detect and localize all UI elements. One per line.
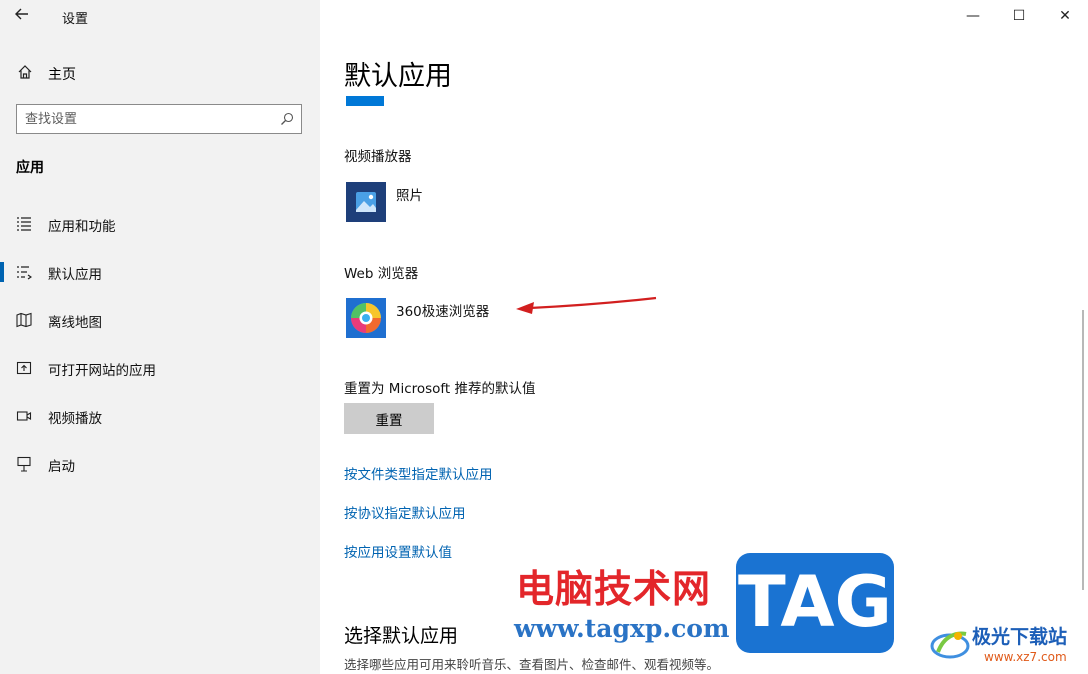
sidebar-item-label: 离线地图 xyxy=(48,315,102,331)
photos-app-icon xyxy=(346,182,386,222)
360-browser-icon xyxy=(346,298,386,338)
default-apps-icon xyxy=(17,266,32,280)
back-button[interactable] xyxy=(14,6,36,26)
apps-features-icon xyxy=(17,217,31,231)
sidebar-item-label: 默认应用 xyxy=(48,267,102,283)
sidebar-item-video-playback[interactable]: 视频播放 xyxy=(0,396,320,436)
reset-label: 重置为 Microsoft 推荐的默认值 xyxy=(344,381,536,397)
link-default-by-file-type[interactable]: 按文件类型指定默认应用 xyxy=(344,463,493,483)
video-player-app-name[interactable]: 照片 xyxy=(396,184,423,204)
sidebar-item-default-apps[interactable]: 默认应用 xyxy=(0,252,320,292)
window-title: 设置 xyxy=(62,12,89,27)
main-content: — ☐ ✕ 默认应用 视频播放器 照片 Web 浏览器 360极速浏览器 重置为… xyxy=(320,0,1088,674)
choose-default-apps-heading: 选择默认应用 xyxy=(344,625,459,647)
sidebar-item-offline-maps[interactable]: 离线地图 xyxy=(0,300,320,340)
aurora-logo-icon xyxy=(930,631,970,659)
home-link[interactable]: 主页 xyxy=(48,64,76,84)
web-browser-app-name[interactable]: 360极速浏览器 xyxy=(396,300,489,320)
watermark-tag-text: TAG xyxy=(738,561,892,643)
minimize-button[interactable]: — xyxy=(950,0,996,32)
sidebar-item-label: 可打开网站的应用 xyxy=(48,363,156,379)
sidebar: 设置 主页 应用 应用和功能 默认应用 离线地图 可打开网站的应用 xyxy=(0,0,320,674)
video-playback-icon xyxy=(16,411,32,421)
sidebar-item-apps-features[interactable]: 应用和功能 xyxy=(0,204,320,244)
accent-bar xyxy=(346,96,384,106)
page-title: 默认应用 xyxy=(344,61,452,92)
sidebar-item-label: 启动 xyxy=(48,459,75,475)
reset-button[interactable]: 重置 xyxy=(344,403,434,434)
choose-default-apps-description: 选择哪些应用可用来聆听音乐、查看图片、检查邮件、观看视频等。 xyxy=(344,657,720,672)
section-title: 应用 xyxy=(16,160,44,176)
link-default-by-protocol[interactable]: 按协议指定默认应用 xyxy=(344,502,466,522)
video-player-app[interactable] xyxy=(346,182,386,226)
home-icon[interactable] xyxy=(17,64,33,80)
sidebar-item-label: 视频播放 xyxy=(48,411,102,427)
watermark-site-name: 电脑技术网 xyxy=(516,566,712,611)
settings-search-box[interactable] xyxy=(16,104,302,134)
link-default-by-app[interactable]: 按应用设置默认值 xyxy=(344,541,452,561)
search-input[interactable] xyxy=(25,109,275,129)
annotation-arrow xyxy=(516,296,657,314)
video-player-label: 视频播放器 xyxy=(344,149,412,165)
maximize-button[interactable]: ☐ xyxy=(996,0,1042,32)
watermark-tag-logo: TAG xyxy=(736,553,894,653)
watermark-brand2-url: www.xz7.com xyxy=(984,650,1067,664)
watermark-brand2: 极光下载站 xyxy=(972,626,1068,648)
watermark-site-url: www.tagxp.com xyxy=(514,614,730,643)
sidebar-item-label: 应用和功能 xyxy=(48,219,116,235)
web-browser-label: Web 浏览器 xyxy=(344,266,419,282)
sidebar-item-apps-for-websites[interactable]: 可打开网站的应用 xyxy=(0,348,320,388)
close-button[interactable]: ✕ xyxy=(1042,0,1088,32)
apps-for-websites-icon xyxy=(16,361,32,375)
scrollbar[interactable] xyxy=(1082,310,1084,590)
search-icon[interactable] xyxy=(280,112,294,126)
startup-icon xyxy=(17,456,31,472)
web-browser-app[interactable] xyxy=(346,298,386,342)
back-arrow-icon xyxy=(15,8,28,20)
sidebar-item-startup[interactable]: 启动 xyxy=(0,444,320,484)
offline-maps-icon xyxy=(16,312,32,328)
